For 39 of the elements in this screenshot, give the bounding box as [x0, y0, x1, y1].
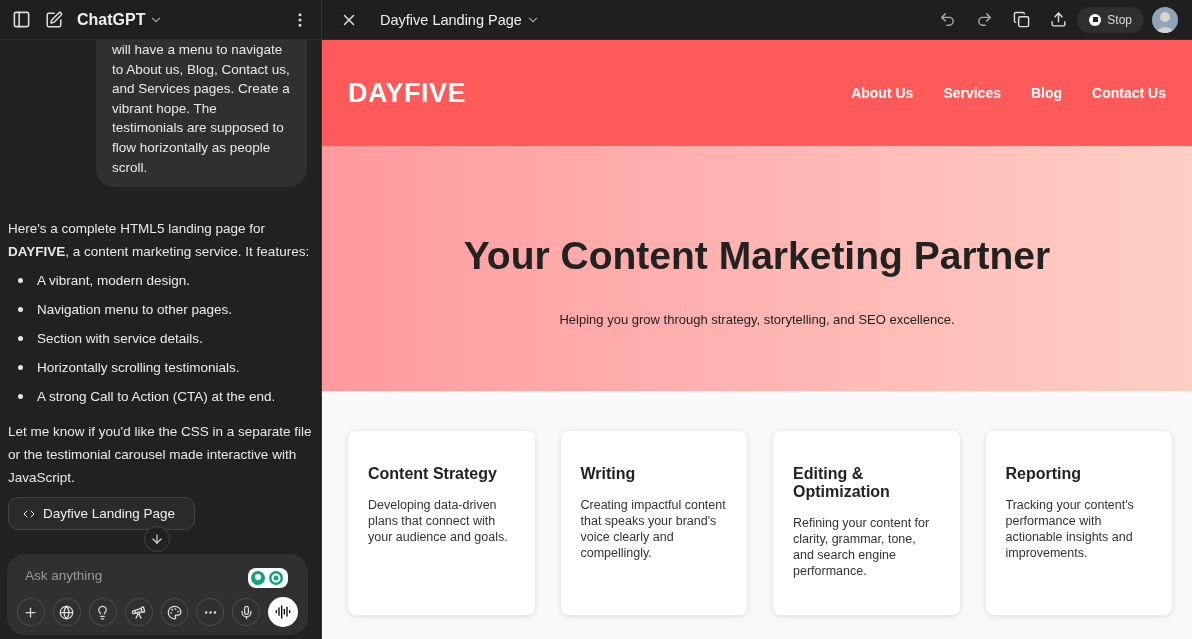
model-selector[interactable]: ChatGPT	[77, 10, 164, 29]
hero-title: Your Content Marketing Partner	[463, 234, 1051, 278]
bullet-icon	[18, 336, 23, 342]
reply-text: Here's a complete HTML5 landing page for DAYFIVE, a content marketing service. It features:	[8, 220, 311, 262]
voice-mode-icon[interactable]	[268, 597, 298, 627]
hero-subtitle: Helping you grow through strategy, storytelling, and SEO excellence.	[559, 312, 955, 327]
service-text: Refining your content for clarity, grammar, tone, and search engine performance.	[793, 515, 931, 579]
service-text: Tracking your content's performance with actionable insights and improvements.	[1005, 497, 1135, 561]
feature-item: Navigation menu to other pages.	[37, 301, 233, 320]
feature-item: Section with service details.	[37, 330, 203, 349]
extension-icon[interactable]	[248, 568, 288, 588]
share-icon[interactable]	[1050, 11, 1068, 28]
bullet-icon	[18, 307, 23, 313]
canvas-title[interactable]: Dayfive Landing Page	[380, 11, 540, 28]
service-title: Editing & Optimization	[793, 465, 891, 501]
undo-icon[interactable]	[939, 11, 957, 28]
service-title: Reporting	[1005, 465, 1083, 483]
stop-button[interactable]: Stop	[1077, 6, 1144, 33]
bullet-icon	[18, 365, 23, 371]
service-text: Creating impactful content that speaks your brand's voice clearly and compellingly.	[580, 497, 727, 561]
feature-item: Horizontally scrolling testimonials.	[37, 359, 240, 378]
redo-icon[interactable]	[976, 11, 994, 28]
copy-icon[interactable]	[1013, 11, 1031, 28]
canvas-link[interactable]: Dayfive Landing Page	[8, 497, 195, 531]
site-logo: DAYFIVE	[348, 77, 467, 109]
user-message: will have a menu to navigate to About us, Blog, Contact us, and Services pages. Create a vibrant hope. The testimonials are supposed to flow horizontally as people scroll.	[96, 40, 307, 188]
reply-text: Let me know if you'd like the CSS in a separate file or the testimonial carousel made interactive with JavaScript.	[8, 423, 313, 488]
service-text: Developing data-driven plans that connect with your audience and goals.	[368, 497, 509, 545]
sidebar-toggle-icon[interactable]	[12, 10, 31, 29]
feature-item: A strong Call to Action (CTA) at the end.	[37, 388, 276, 407]
feature-item: A vibrant, modern design.	[37, 272, 191, 291]
new-chat-icon[interactable]	[45, 10, 63, 29]
message-input[interactable]: Ask anything	[17, 564, 217, 587]
bullet-icon	[18, 278, 23, 284]
avatar[interactable]	[1152, 6, 1178, 33]
service-title: Content Strategy	[368, 465, 498, 483]
bullet-icon	[18, 394, 23, 400]
service-title: Writing	[580, 465, 637, 483]
scroll-down-icon[interactable]	[144, 526, 170, 552]
